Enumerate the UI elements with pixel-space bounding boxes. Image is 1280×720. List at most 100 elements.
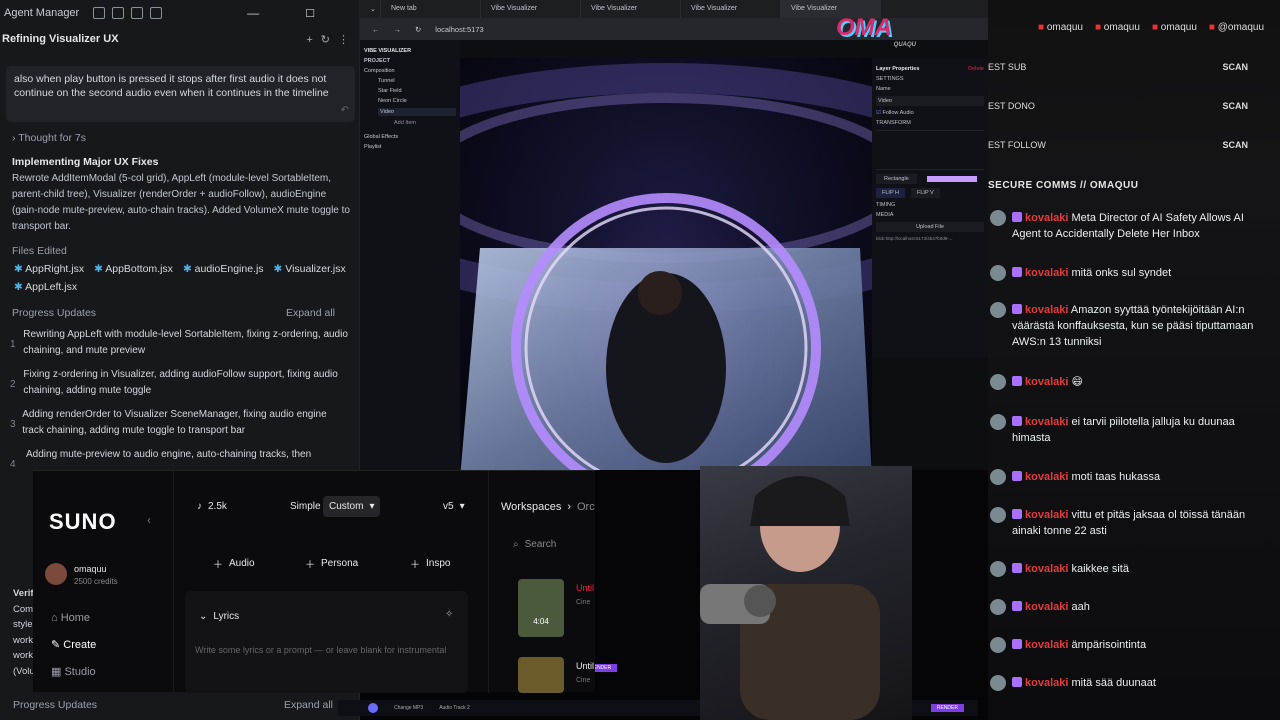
- media-section[interactable]: MEDIA: [876, 212, 984, 218]
- chat-username[interactable]: kovalaki: [1025, 267, 1068, 279]
- upload-button[interactable]: Upload File: [876, 222, 984, 232]
- files-edited-label: Files Edited: [12, 245, 67, 257]
- tree-item[interactable]: Composition: [364, 68, 456, 74]
- new-thread-icon[interactable]: +: [306, 34, 320, 46]
- flip-v-button[interactable]: FLIP V: [911, 188, 940, 198]
- reload-icon[interactable]: ↻: [415, 25, 421, 34]
- app-name: VIBE VISUALIZER: [364, 48, 412, 54]
- browser-tab[interactable]: Vibe Visualizer: [481, 0, 581, 18]
- follow-audio-checkbox[interactable]: ☑ Follow Audio: [876, 110, 984, 116]
- collapse-icon[interactable]: ‹: [147, 513, 151, 527]
- persona-button[interactable]: ＋ Persona: [305, 556, 358, 571]
- nav-studio[interactable]: ▦ Studio: [51, 665, 96, 678]
- file-link[interactable]: AppBottom.jsx: [94, 263, 173, 275]
- twitch-badge-icon: [1012, 416, 1022, 426]
- add-item-button[interactable]: Add Item: [394, 120, 456, 126]
- audio-button[interactable]: ＋ Audio: [213, 556, 255, 571]
- chat-username[interactable]: kovalaki: [1025, 677, 1068, 689]
- visualizer-canvas[interactable]: [460, 58, 872, 470]
- file-link[interactable]: AppLeft.jsx: [14, 281, 77, 293]
- more-icon[interactable]: ⋮: [338, 34, 357, 46]
- chatter-avatar: [990, 507, 1006, 523]
- history-icon[interactable]: ↻: [321, 34, 338, 46]
- name-input[interactable]: Video: [876, 96, 984, 106]
- lyrics-input[interactable]: Write some lyrics or a prompt — or leave…: [195, 645, 446, 655]
- song-thumb[interactable]: [518, 657, 564, 693]
- chat-username[interactable]: kovalaki: [1025, 416, 1068, 428]
- mode-simple[interactable]: Simple: [290, 501, 321, 512]
- workspaces-breadcrumb[interactable]: Workspaces › Orc: [501, 501, 595, 513]
- tree-item[interactable]: Neon Circle: [378, 98, 456, 104]
- browser-tab[interactable]: Vibe Visualizer: [581, 0, 681, 18]
- song-thumb[interactable]: 4:04: [518, 579, 564, 637]
- shape-select[interactable]: Rectangle: [876, 174, 917, 184]
- chat-username[interactable]: kovalaki: [1025, 563, 1068, 575]
- magic-wand-icon[interactable]: ✧: [445, 609, 453, 620]
- timing-section[interactable]: TIMING: [876, 202, 984, 208]
- search-field[interactable]: ⌕ Search: [513, 539, 556, 550]
- user-message-text: also when play button is pressed it stop…: [14, 73, 329, 99]
- file-link[interactable]: Visualizer.jsx: [274, 263, 346, 275]
- browser-tab[interactable]: Vibe Visualizer: [681, 0, 781, 18]
- chat-username[interactable]: kovalaki: [1025, 601, 1068, 613]
- panel-icon[interactable]: [112, 7, 125, 19]
- footer-expand-button[interactable]: Expand all: [284, 699, 333, 711]
- mode-custom[interactable]: Custom ▾: [323, 496, 381, 517]
- undo-icon[interactable]: ↶: [341, 104, 349, 118]
- chat-username[interactable]: kovalaki: [1025, 212, 1068, 224]
- url-field[interactable]: localhost:5173: [435, 25, 483, 34]
- username: omaquu: [74, 564, 107, 574]
- twitch-badge-icon: [1012, 304, 1022, 314]
- chat-username[interactable]: kovalaki: [1025, 304, 1068, 316]
- transform-section[interactable]: TRANSFORM: [876, 120, 984, 126]
- nav-home[interactable]: ⌂ Home: [51, 612, 90, 624]
- render-button-bottom[interactable]: RENDER: [930, 704, 964, 712]
- chat-text: moti taas hukassa: [1071, 471, 1161, 483]
- file-link[interactable]: AppRight.jsx: [14, 263, 84, 275]
- project-label: PROJECT: [364, 58, 390, 64]
- event-row: EST SUB SCAN: [988, 62, 1248, 72]
- song-title[interactable]: Until: [576, 661, 594, 671]
- delete-button[interactable]: Delete: [968, 66, 984, 72]
- play-button[interactable]: [368, 703, 378, 713]
- name-label: Name: [876, 86, 891, 92]
- tree-item-selected[interactable]: Video: [378, 108, 456, 116]
- chat-message: kovalaki ei tarvii piilotella jalluja ku…: [990, 414, 1274, 446]
- sidebar-icon[interactable]: [150, 7, 163, 19]
- tree-item[interactable]: Playlist: [364, 144, 456, 150]
- visualizer-app: VIBE VISUALIZER PROJECT Composition Tunn…: [360, 40, 988, 672]
- chat-text: mitä onks sul syndet: [1071, 267, 1172, 279]
- layout-icon[interactable]: [93, 7, 106, 19]
- minimize-icon[interactable]: —: [247, 6, 259, 20]
- settings-section[interactable]: SETTINGS: [876, 76, 984, 82]
- expand-all-button[interactable]: Expand all: [286, 307, 335, 319]
- tree-item[interactable]: Star Field: [378, 88, 456, 94]
- version-select[interactable]: v5 ▾: [443, 501, 465, 512]
- divider: [488, 471, 489, 693]
- flip-h-button[interactable]: FLIP H: [876, 188, 906, 198]
- chat-username[interactable]: kovalaki: [1025, 639, 1068, 651]
- chat-username[interactable]: kovalaki: [1025, 376, 1068, 388]
- color-swatch[interactable]: [926, 176, 977, 182]
- chat-username[interactable]: kovalaki: [1025, 471, 1068, 483]
- tree-item[interactable]: Global Effects: [364, 134, 456, 140]
- file-link[interactable]: audioEngine.js: [183, 263, 264, 275]
- back-icon[interactable]: ←: [372, 25, 380, 34]
- chat-username[interactable]: kovalaki: [1025, 509, 1068, 521]
- lyrics-toggle[interactable]: ⌄ Lyrics: [199, 611, 239, 622]
- maximize-icon[interactable]: ☐: [305, 7, 315, 20]
- inspo-button[interactable]: ＋ Inspo: [410, 556, 450, 571]
- transform-sliders[interactable]: [876, 130, 984, 170]
- thought-toggle[interactable]: › Thought for 7s: [12, 132, 359, 144]
- split-icon[interactable]: [131, 7, 144, 19]
- chatter-avatar: [990, 561, 1006, 577]
- forward-icon[interactable]: →: [394, 25, 402, 34]
- tab-menu-icon[interactable]: ⌄: [360, 0, 381, 18]
- avatar[interactable]: [45, 563, 67, 585]
- browser-tab[interactable]: New tab: [381, 0, 481, 18]
- song-title[interactable]: Until: [576, 583, 594, 593]
- nav-create[interactable]: ✎ Create: [51, 638, 96, 651]
- change-mp3-button[interactable]: Change MP3: [394, 705, 423, 711]
- tree-item[interactable]: Tunnel: [378, 78, 456, 84]
- chatter-avatar: [990, 469, 1006, 485]
